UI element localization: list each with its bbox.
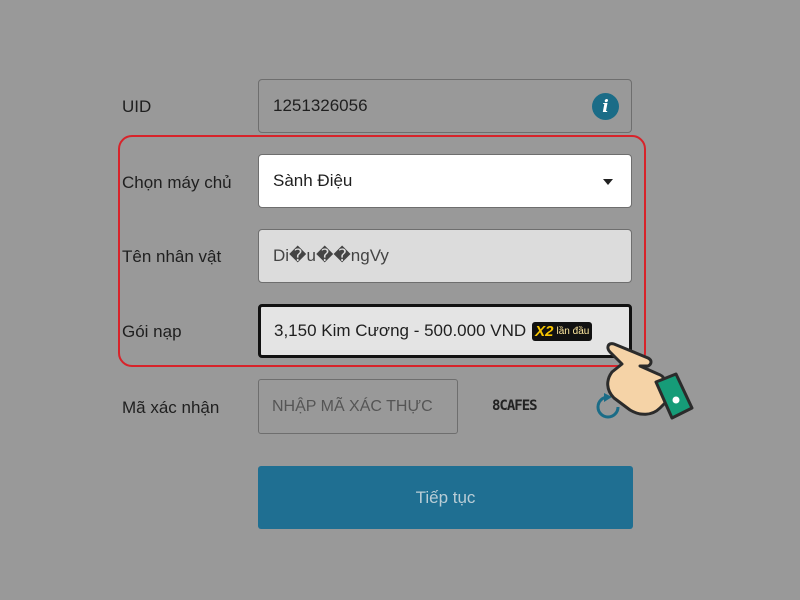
character-field: Di�u��ngVy [258, 229, 632, 283]
continue-button[interactable]: Tiếp tục [258, 466, 633, 529]
package-label: Gói nạp [122, 322, 182, 341]
uid-field[interactable]: 1251326056 i [258, 79, 632, 133]
server-select-value: Sành Điệu [273, 171, 353, 190]
server-label: Chọn máy chủ [122, 173, 232, 192]
captcha-label: Mã xác nhận [122, 398, 220, 417]
package-value: 3,150 Kim Cương - 500.000 VND [274, 321, 527, 340]
uid-label: UID [122, 97, 152, 116]
badge-main: X2 [535, 322, 554, 340]
captcha-placeholder: NHẬP MÃ XÁC THỰC [272, 397, 433, 415]
captcha-image: 8CAFES [492, 398, 538, 414]
x2-first-badge: X2 lần đầu [532, 321, 593, 341]
badge-sub: lần đầu [556, 325, 590, 337]
pointing-hand-icon [606, 342, 694, 420]
character-label: Tên nhân vật [122, 247, 222, 266]
info-icon[interactable]: i [592, 93, 619, 120]
package-select[interactable]: 3,150 Kim Cương - 500.000 VND X2 lần đầu [258, 304, 632, 358]
character-value: Di�u��ngVy [273, 246, 389, 265]
captcha-input[interactable]: NHẬP MÃ XÁC THỰC [258, 379, 458, 434]
uid-value: 1251326056 [273, 96, 368, 115]
chevron-down-icon [603, 179, 613, 185]
server-select[interactable]: Sành Điệu [258, 154, 632, 208]
